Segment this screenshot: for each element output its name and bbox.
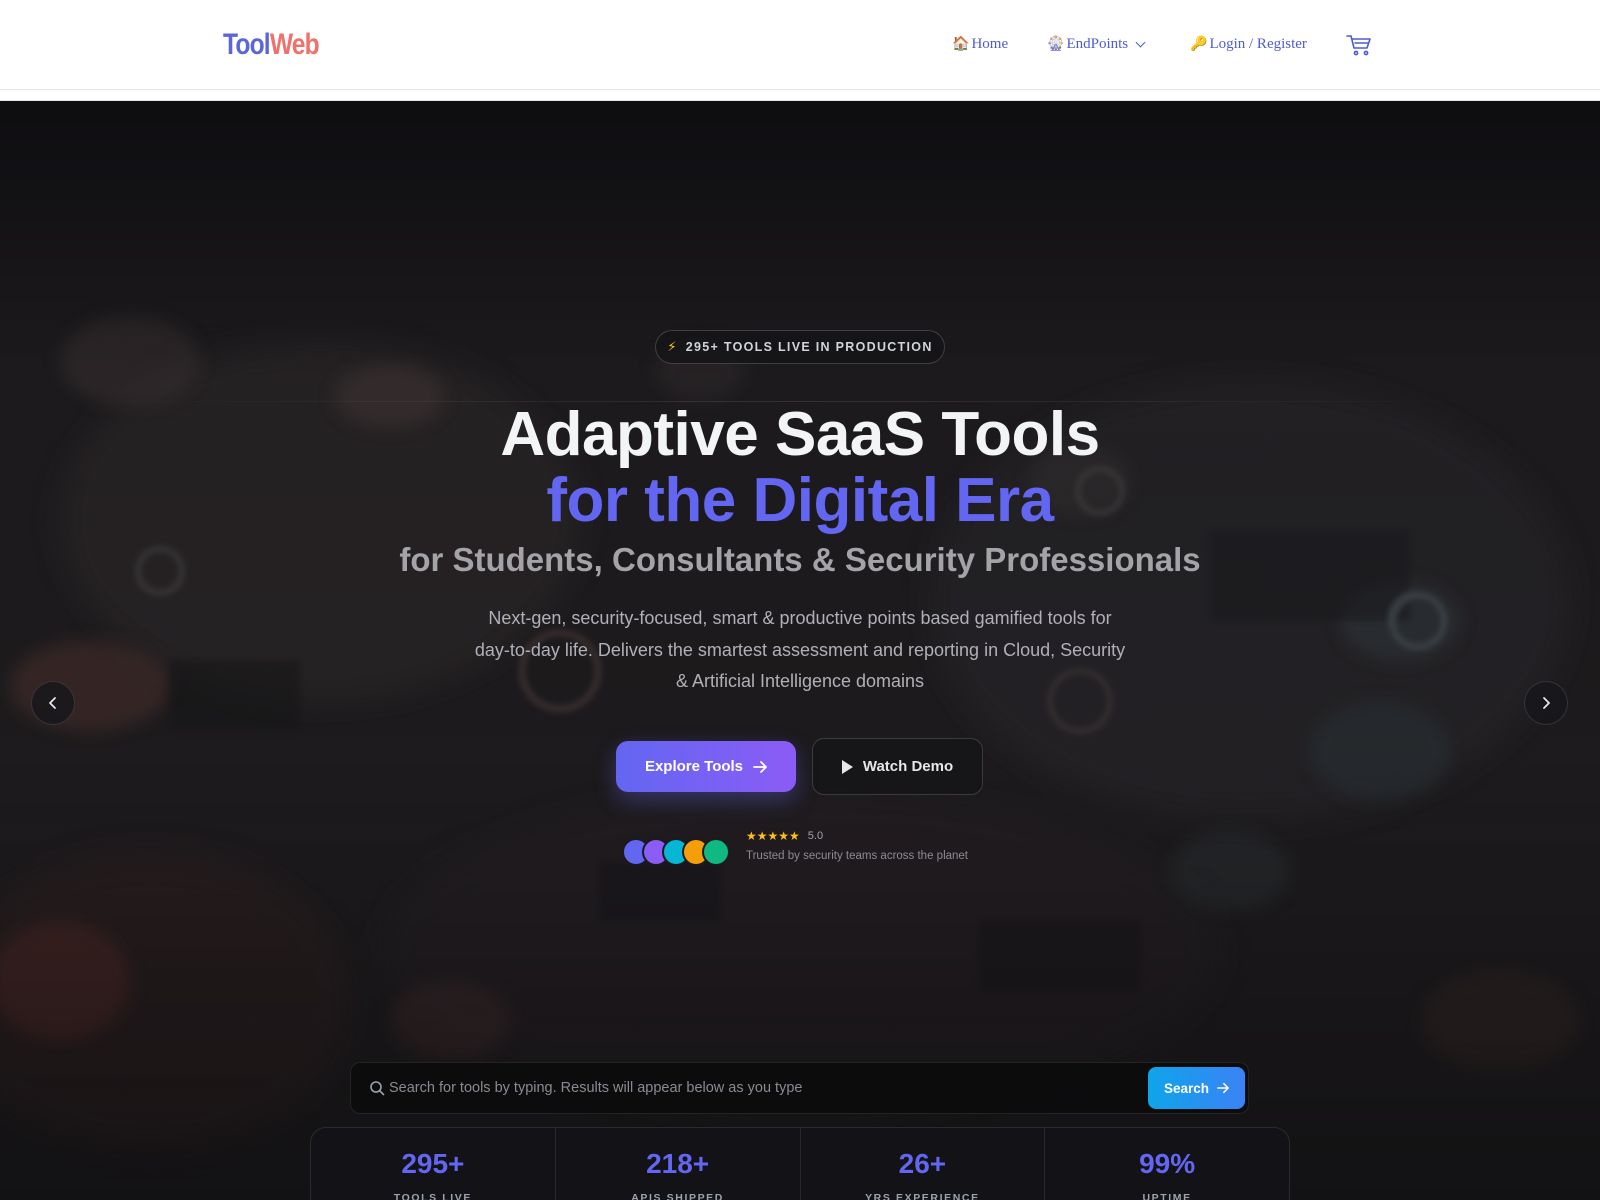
user-avatars bbox=[622, 838, 732, 868]
explore-tools-label: Explore Tools bbox=[644, 758, 744, 775]
navbar-divider bbox=[0, 90, 1600, 101]
search-button[interactable]: Search bbox=[1148, 1067, 1245, 1109]
ferris-wheel-icon: 🎡 bbox=[1047, 37, 1065, 52]
watch-demo-button[interactable]: Watch Demo bbox=[812, 738, 983, 795]
key-icon: 🔑 bbox=[1190, 37, 1208, 52]
brand-logo[interactable]: ToolWeb bbox=[223, 28, 320, 62]
brand-logo-part2: Web bbox=[269, 28, 320, 61]
stat-yrs-experience: 26+ YRS EXPERIENCE bbox=[801, 1128, 1046, 1200]
stat-label: APIS SHIPPED bbox=[631, 1192, 724, 1200]
stat-label: UPTIME bbox=[1142, 1192, 1192, 1200]
home-icon: 🏠 bbox=[952, 37, 970, 52]
stat-tools-live: 295+ TOOLS LIVE bbox=[311, 1128, 556, 1200]
search-icon bbox=[370, 1081, 385, 1096]
nav-login-register-link[interactable]: 🔑 Login / Register bbox=[1190, 36, 1307, 53]
nav-home-label: Home bbox=[971, 36, 1009, 52]
watch-demo-label: Watch Demo bbox=[862, 758, 954, 775]
stars-icon: ★★★★★ bbox=[746, 829, 800, 843]
nav-login-label: Login / Register bbox=[1209, 36, 1307, 52]
stat-label: TOOLS LIVE bbox=[393, 1192, 472, 1200]
nav-endpoints-label: EndPoints bbox=[1066, 36, 1129, 52]
lightning-icon: ⚡ bbox=[667, 339, 678, 354]
cart-icon[interactable] bbox=[1346, 34, 1372, 56]
top-navbar: ToolWeb 🏠 Home 🎡 EndPoints 🔑 Login / Reg… bbox=[0, 0, 1600, 90]
search-button-label: Search bbox=[1163, 1080, 1210, 1096]
stat-label: YRS EXPERIENCE bbox=[865, 1192, 980, 1200]
avatar bbox=[702, 838, 730, 866]
rating-score: 5.0 bbox=[807, 830, 824, 842]
stat-value: 295+ bbox=[401, 1148, 465, 1179]
stat-apis-shipped: 218+ APIS SHIPPED bbox=[556, 1128, 801, 1200]
hero-description: Next-gen, security-focused, smart & prod… bbox=[474, 608, 1126, 691]
stats-panel: 295+ TOOLS LIVE 218+ APIS SHIPPED 26+ YR… bbox=[310, 1127, 1290, 1200]
carousel-prev-button[interactable] bbox=[31, 681, 75, 725]
stat-value: 218+ bbox=[646, 1148, 710, 1179]
brand-logo-part1: Tool bbox=[223, 28, 271, 61]
play-icon bbox=[841, 759, 853, 774]
tools-live-badge: ⚡ 295+ TOOLS LIVE IN PRODUCTION bbox=[655, 330, 945, 364]
arrow-right-icon bbox=[1217, 1082, 1229, 1094]
tool-search-bar: Search bbox=[350, 1062, 1249, 1114]
stat-uptime: 99% UPTIME bbox=[1045, 1128, 1289, 1200]
search-input[interactable] bbox=[389, 1063, 1149, 1113]
trust-text: Trusted by security teams across the pla… bbox=[746, 850, 969, 862]
hero-title-line2: for the Digital Era bbox=[546, 466, 1054, 535]
hero-subtitle: for Students, Consultants & Security Pro… bbox=[399, 541, 1201, 578]
chevron-down-icon bbox=[1135, 37, 1146, 48]
explore-tools-button[interactable]: Explore Tools bbox=[616, 741, 796, 792]
hero-section: ⚡ 295+ TOOLS LIVE IN PRODUCTION Adaptive… bbox=[0, 101, 1600, 1200]
star-rating: ★★★★★ 5.0 bbox=[746, 829, 968, 843]
carousel-next-button[interactable] bbox=[1524, 681, 1568, 725]
stat-value: 99% bbox=[1139, 1148, 1196, 1179]
stat-value: 26+ bbox=[898, 1148, 947, 1179]
nav-home-link[interactable]: 🏠 Home bbox=[952, 36, 1008, 53]
hero-title-line1: Adaptive SaaS Tools bbox=[500, 400, 1100, 469]
badge-text: 295+ TOOLS LIVE IN PRODUCTION bbox=[685, 340, 933, 354]
chevron-right-icon bbox=[1543, 697, 1550, 709]
arrow-right-icon bbox=[753, 760, 767, 773]
chevron-left-icon bbox=[49, 697, 56, 709]
nav-endpoints-dropdown[interactable]: 🎡 EndPoints bbox=[1047, 36, 1146, 53]
rating-block: ★★★★★ 5.0 Trusted by security teams acro… bbox=[746, 829, 968, 862]
